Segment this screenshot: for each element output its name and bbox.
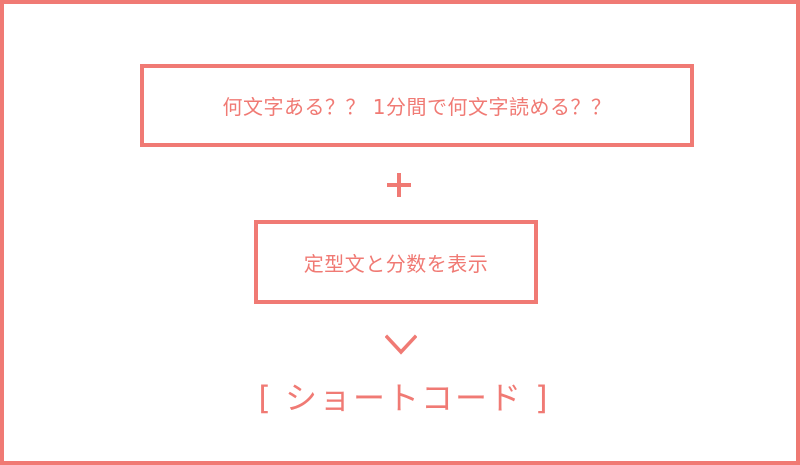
question-box: 何文字ある？？ 1分間で何文字読める？？ [140, 64, 694, 147]
display-text: 定型文と分数を表示 [303, 251, 489, 276]
shortcode-label: [ ショートコード ] [258, 379, 550, 417]
diagram-frame: 何文字ある？？ 1分間で何文字読める？？ 定型文と分数を表示 [ ショートコード… [0, 0, 800, 465]
display-box: 定型文と分数を表示 [254, 220, 538, 304]
plus-icon [387, 173, 411, 197]
question-text: 何文字ある？？ 1分間で何文字読める？？ [222, 95, 612, 119]
chevron-down-icon [385, 334, 417, 355]
